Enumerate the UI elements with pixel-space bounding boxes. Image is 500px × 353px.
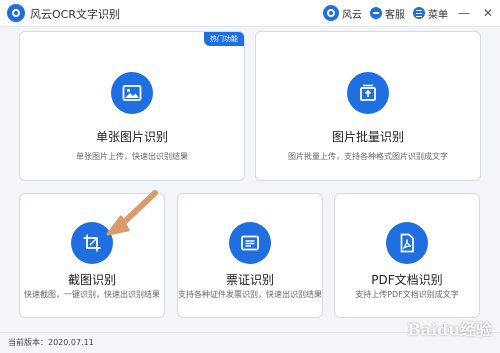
app-logo-icon <box>7 4 25 22</box>
card-title: 截图识别 <box>67 273 116 287</box>
support-button[interactable]: 客服 <box>370 6 405 21</box>
support-label: 客服 <box>385 9 405 21</box>
batch-upload-icon <box>347 72 389 114</box>
hot-badge: 热门功能 <box>204 32 244 46</box>
app-window: 风云OCR文字识别 风云 客服 菜单 — ✕ 热门功能 单张图片识别 单张图片上… <box>0 0 500 353</box>
card-title: 图片批量识别 <box>331 130 404 144</box>
brand-label: 风云 <box>342 9 362 21</box>
image-icon <box>111 72 153 114</box>
card-desc: 单张图片上传，快速出识别结果 <box>76 152 188 161</box>
card-desc: 支持上传PDF文档识别成文字 <box>355 290 459 299</box>
card-title: 票证识别 <box>225 273 274 287</box>
version-label: 当前版本：2020.07.11 <box>8 338 94 347</box>
pdf-card[interactable]: PDF文档识别 支持上传PDF文档识别成文字 <box>334 193 480 318</box>
batch-image-card[interactable]: 图片批量识别 图片批量上传，支持各种格式图片识别成文字 <box>255 31 481 181</box>
brand-icon <box>323 5 339 21</box>
menu-icon <box>413 7 425 19</box>
single-image-card[interactable]: 热门功能 单张图片识别 单张图片上传，快速出识别结果 <box>19 31 245 181</box>
minimize-button[interactable]: — <box>456 5 472 21</box>
card-desc: 快速截图，一键识别，快速出识别结果 <box>24 290 160 299</box>
menu-button[interactable]: 菜单 <box>413 6 448 21</box>
window-title: 风云OCR文字识别 <box>30 8 120 21</box>
menu-label: 菜单 <box>428 9 448 21</box>
pdf-icon <box>386 222 428 264</box>
crop-icon <box>71 222 113 264</box>
card-title: 单张图片识别 <box>95 130 168 144</box>
watermark: Baidu经验 <box>407 320 492 339</box>
title-actions: 风云 客服 菜单 — ✕ <box>323 3 496 23</box>
support-icon <box>370 7 382 19</box>
card-title: PDF文档识别 <box>371 273 443 287</box>
card-desc: 支持各种证件发票识别，快速出识别结果 <box>178 290 322 299</box>
ticket-card[interactable]: 票证识别 支持各种证件发票识别，快速出识别结果 <box>177 193 323 318</box>
brand-button[interactable]: 风云 <box>323 5 362 21</box>
title-bar: 风云OCR文字识别 风云 客服 菜单 — ✕ <box>0 0 500 27</box>
screenshot-card[interactable]: 截图识别 快速截图，一键识别，快速出识别结果 <box>19 193 165 318</box>
card-desc: 图片批量上传，支持各种格式图片识别成文字 <box>288 152 448 161</box>
close-button[interactable]: ✕ <box>480 5 496 21</box>
id-card-icon <box>229 222 271 264</box>
